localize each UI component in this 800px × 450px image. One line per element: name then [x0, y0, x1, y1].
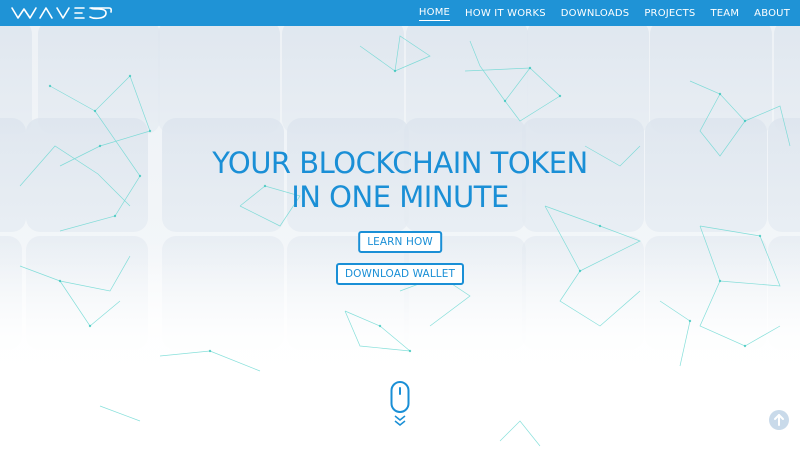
waves-logo[interactable] — [10, 0, 114, 26]
nav-downloads[interactable]: DOWNLOADS — [561, 6, 630, 21]
top-navbar: HOME HOW IT WORKS DOWNLOADS PROJECTS TEA… — [0, 0, 800, 26]
hero-headline-line1: YOUR BLOCKCHAIN TOKEN — [212, 146, 588, 180]
hero-headline: YOUR BLOCKCHAIN TOKEN IN ONE MINUTE — [0, 146, 800, 214]
arrow-up-circle-icon — [769, 410, 789, 430]
nav-how-it-works[interactable]: HOW IT WORKS — [465, 6, 546, 21]
back-to-top-button[interactable] — [768, 409, 790, 436]
nav-home[interactable]: HOME — [418, 5, 451, 21]
scroll-down-indicator[interactable] — [390, 381, 410, 434]
nav-projects[interactable]: PROJECTS — [644, 6, 695, 21]
hero-headline-line2: IN ONE MINUTE — [291, 180, 509, 214]
mouse-scroll-icon — [390, 381, 410, 426]
nav-about[interactable]: ABOUT — [754, 6, 790, 21]
download-wallet-button[interactable]: DOWNLOAD WALLET — [336, 263, 464, 285]
main-nav: HOME HOW IT WORKS DOWNLOADS PROJECTS TEA… — [404, 5, 790, 21]
hero-section: YOUR BLOCKCHAIN TOKEN IN ONE MINUTE LEAR… — [0, 26, 800, 450]
learn-how-button[interactable]: LEARN HOW — [358, 231, 442, 253]
waves-logo-icon — [11, 7, 113, 20]
nav-team[interactable]: TEAM — [710, 6, 739, 21]
